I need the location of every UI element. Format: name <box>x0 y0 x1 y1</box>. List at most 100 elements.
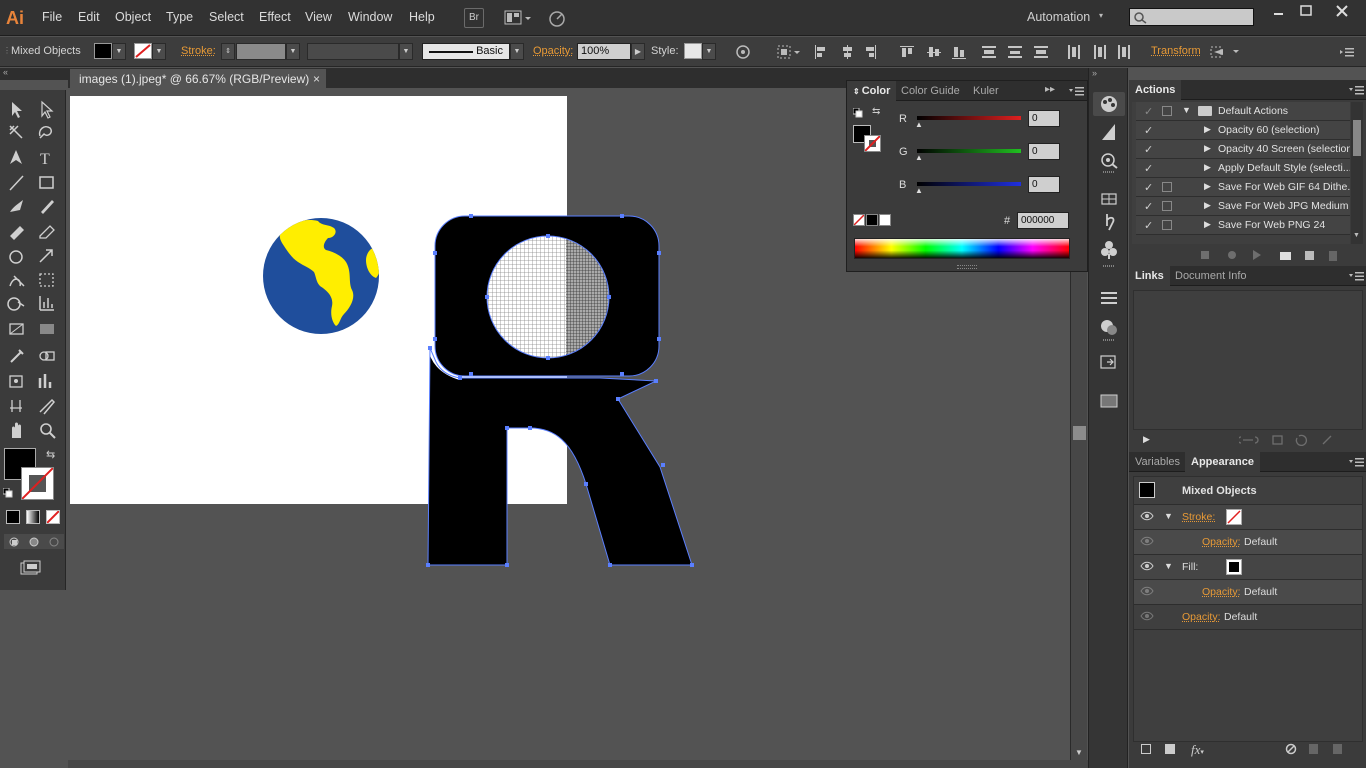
check-icon[interactable]: ✓ <box>1144 143 1153 156</box>
color-spectrum[interactable] <box>854 238 1070 259</box>
appearance-stroke-swatch[interactable] <box>1226 509 1242 525</box>
dialog-toggle-icon[interactable] <box>1162 201 1172 211</box>
action-row[interactable]: ✓ ▶ Opacity 40 Screen (selection) <box>1136 140 1350 159</box>
visibility-eye-icon[interactable] <box>1140 586 1154 596</box>
expand-triangle-icon[interactable]: ▶ <box>1204 162 1211 173</box>
dialog-toggle-icon[interactable] <box>1162 106 1172 116</box>
visibility-eye-icon[interactable] <box>1140 611 1154 621</box>
tab-variables[interactable]: Variables <box>1129 452 1186 472</box>
horizontal-scrollbar[interactable] <box>68 760 1088 768</box>
tab-document-info[interactable]: Document Info <box>1169 266 1253 286</box>
opacity-link[interactable]: Opacity: <box>1202 536 1241 548</box>
resize-grip[interactable] <box>957 265 977 269</box>
channel-b-slider[interactable] <box>917 182 1021 186</box>
show-link-info-icon[interactable]: ▶ <box>1143 434 1150 445</box>
expand-panel-icon[interactable]: ▸▸ <box>1045 84 1055 95</box>
clear-appearance-icon[interactable] <box>1285 743 1297 755</box>
tab-kuler[interactable]: Kuler <box>967 81 1005 101</box>
expand-triangle-icon[interactable]: ▼ <box>1182 105 1191 115</box>
expand-triangle-icon[interactable]: ▼ <box>1164 561 1173 571</box>
globe-artwork[interactable] <box>263 218 381 334</box>
channel-g-slider[interactable] <box>917 149 1021 153</box>
action-row[interactable]: ✓ ▶ Save For Web GIF 64 Dithe... <box>1136 178 1350 197</box>
object-opacity-row[interactable]: Opacity: Default <box>1134 605 1362 630</box>
expand-triangle-icon[interactable]: ▼ <box>1164 511 1173 521</box>
collapse-strip-icon[interactable]: » <box>1092 68 1097 78</box>
stroke-opacity-row[interactable]: Opacity: Default <box>1134 530 1362 555</box>
panel-stroke-swatch[interactable] <box>864 135 881 152</box>
dialog-toggle-icon[interactable] <box>1162 220 1172 230</box>
tab-actions[interactable]: Actions <box>1129 80 1182 100</box>
check-icon[interactable]: ✓ <box>1144 124 1153 137</box>
tab-color[interactable]: ⇕ Color <box>847 81 897 101</box>
hex-input[interactable]: 000000 <box>1017 212 1069 229</box>
check-icon[interactable]: ✓ <box>1144 105 1153 118</box>
check-icon[interactable]: ✓ <box>1144 181 1153 194</box>
swap-fill-stroke-icon[interactable]: ⇆ <box>872 106 880 117</box>
default-fill-stroke-icon[interactable] <box>853 108 863 118</box>
visibility-eye-icon[interactable] <box>1140 511 1154 521</box>
delete-item-icon[interactable] <box>1333 744 1342 754</box>
links-footer[interactable] <box>1239 433 1339 447</box>
visibility-eye-icon[interactable] <box>1140 561 1154 571</box>
add-new-fill-icon[interactable] <box>1165 744 1175 754</box>
panel-menu-icon[interactable] <box>1349 456 1365 468</box>
appearance-fill-swatch[interactable] <box>1226 559 1242 575</box>
channel-g-input[interactable]: 0 <box>1028 143 1060 160</box>
scrollbar-thumb[interactable] <box>1353 120 1361 156</box>
stroke-link[interactable]: Stroke: <box>1182 511 1215 523</box>
channel-b-input[interactable]: 0 <box>1028 176 1060 193</box>
minimize-icon[interactable] <box>1270 4 1288 18</box>
action-row[interactable]: ✓ ▶ Opacity 60 (selection) <box>1136 121 1350 140</box>
tab-appearance[interactable]: Appearance <box>1185 452 1260 472</box>
panel-icons[interactable] <box>1093 120 1125 420</box>
expand-triangle-icon[interactable]: ▶ <box>1204 143 1211 154</box>
visibility-eye-icon[interactable] <box>1140 536 1154 546</box>
panel-menu-icon[interactable] <box>1069 85 1085 97</box>
actions-footer[interactable] <box>1189 247 1359 263</box>
actions-scrollbar[interactable]: ▼ <box>1351 102 1363 244</box>
slider-thumb[interactable]: ▲ <box>915 186 923 195</box>
slider-thumb[interactable]: ▲ <box>915 120 923 129</box>
stroke-row[interactable]: ▼ Stroke: <box>1134 505 1362 530</box>
expand-triangle-icon[interactable]: ▶ <box>1204 200 1211 211</box>
duplicate-item-icon[interactable] <box>1309 744 1318 754</box>
none-swatch[interactable] <box>853 214 865 226</box>
add-new-effect-icon[interactable]: fx▾ <box>1191 742 1204 758</box>
tab-links[interactable]: Links <box>1129 266 1170 286</box>
add-new-stroke-icon[interactable] <box>1141 744 1151 754</box>
dialog-toggle-icon[interactable] <box>1162 182 1172 192</box>
check-icon[interactable]: ✓ <box>1144 200 1153 213</box>
check-icon[interactable]: ✓ <box>1144 162 1153 175</box>
letter-r-artwork[interactable] <box>428 216 692 565</box>
panel-menu-icon[interactable] <box>1349 270 1365 282</box>
chevron-down-icon[interactable]: ▾ <box>1099 11 1103 20</box>
search-input[interactable] <box>1129 8 1254 26</box>
check-icon[interactable]: ✓ <box>1144 219 1153 232</box>
expand-triangle-icon[interactable]: ▶ <box>1204 181 1211 192</box>
color-panel-icon[interactable] <box>1093 92 1125 116</box>
scroll-down-arrow[interactable]: ▼ <box>1353 232 1360 239</box>
scroll-down-arrow[interactable]: ▼ <box>1075 748 1083 757</box>
fill-opacity-row[interactable]: Opacity: Default <box>1134 580 1362 605</box>
channel-r-input[interactable]: 0 <box>1028 110 1060 127</box>
action-row[interactable]: ✓ ▶ Save For Web PNG 24 <box>1136 216 1350 235</box>
action-row[interactable]: ✓ ▶ Apply Default Style (selecti... <box>1136 159 1350 178</box>
channel-r-slider[interactable] <box>917 116 1021 120</box>
scrollbar-thumb[interactable] <box>1073 426 1086 440</box>
tab-color-guide[interactable]: Color Guide <box>895 81 966 101</box>
white-swatch[interactable] <box>879 214 891 226</box>
isolate-icon[interactable] <box>1209 44 1241 60</box>
expand-triangle-icon[interactable]: ▶ <box>1204 124 1211 135</box>
close-window-icon[interactable] <box>1333 4 1351 18</box>
fill-row[interactable]: ▼ Fill: <box>1134 555 1362 580</box>
opacity-link[interactable]: Opacity: <box>1202 586 1241 598</box>
slider-thumb[interactable]: ▲ <box>915 153 923 162</box>
expand-triangle-icon[interactable]: ▶ <box>1204 219 1211 230</box>
action-set-row[interactable]: ✓ ▼ Default Actions <box>1136 102 1350 121</box>
opacity-link[interactable]: Opacity: <box>1182 611 1221 623</box>
transform-link[interactable]: Transform <box>1151 45 1201 57</box>
panel-menu-icon[interactable] <box>1349 84 1365 96</box>
control-panel-menu-icon[interactable] <box>1340 45 1356 59</box>
black-swatch[interactable] <box>866 214 878 226</box>
